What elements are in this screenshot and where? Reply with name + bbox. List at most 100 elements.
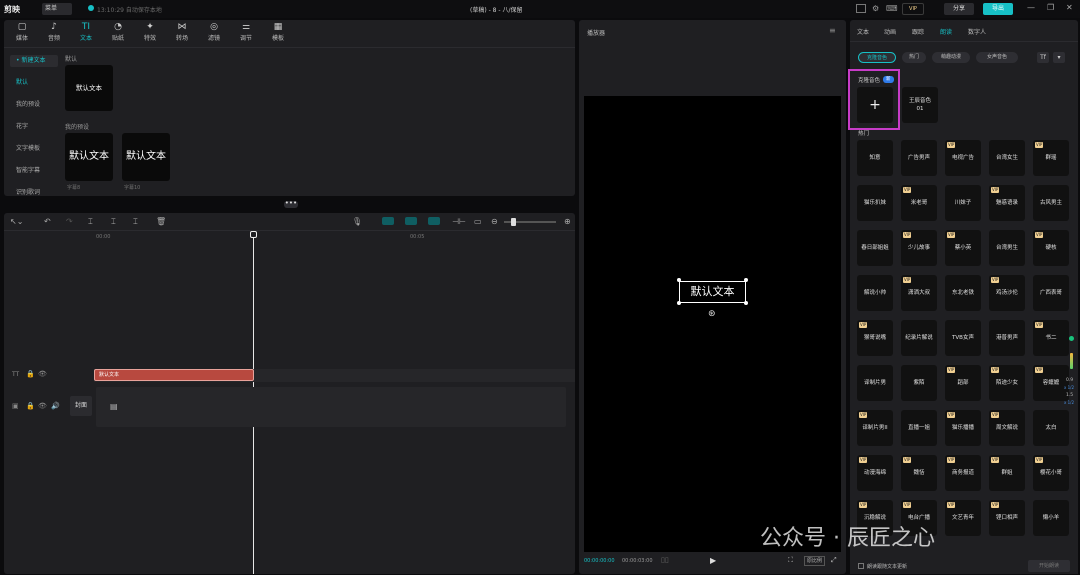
zoom-in-icon[interactable]: ⊕: [564, 217, 571, 226]
redo-icon[interactable]: ↷: [66, 217, 73, 226]
voice-tile[interactable]: TVB女声: [945, 320, 981, 356]
voice-tile[interactable]: 广西表哥: [1033, 275, 1069, 311]
speaker-icon[interactable]: 🔊: [51, 402, 60, 410]
tool-filter[interactable]: ◎ 滤镜: [200, 22, 228, 44]
tool-transition[interactable]: ⋈ 转场: [168, 22, 196, 44]
tool-effect[interactable]: ✦ 特效: [136, 22, 164, 44]
fullscreen-icon[interactable]: ⤢: [831, 556, 837, 565]
zoom-slider-thumb[interactable]: [511, 218, 516, 226]
sidebar-item-1[interactable]: 默认: [10, 77, 58, 89]
voice-tile[interactable]: 古风男主: [1033, 185, 1069, 221]
voice-tile[interactable]: 东北老铁: [945, 275, 981, 311]
split-icon[interactable]: ⌶: [88, 217, 93, 227]
tab-0[interactable]: 文本: [857, 27, 869, 36]
voice-tile[interactable]: 港普男声: [989, 320, 1025, 356]
maximize-icon[interactable]: ❐: [1047, 3, 1054, 12]
shortcut-icon[interactable]: ⌨: [886, 4, 898, 13]
split-left-icon[interactable]: ⌶: [111, 217, 116, 227]
voice-tile[interactable]: 川妹子: [945, 185, 981, 221]
chip-1[interactable]: 热门: [902, 52, 926, 63]
voice-tile[interactable]: VIP 樱花小哥: [1033, 455, 1069, 491]
voice-tile[interactable]: VIP 群姐: [989, 455, 1025, 491]
follow-checkbox[interactable]: [858, 563, 864, 569]
voice-tile[interactable]: VIP 米老哥: [901, 185, 937, 221]
tool-text[interactable]: TI 文本: [72, 22, 100, 44]
voice-tile[interactable]: VIP 蹈部: [945, 365, 981, 401]
eye-icon[interactable]: 👁: [38, 370, 47, 378]
voice-tile[interactable]: VIP 动漫海绵: [857, 455, 893, 491]
minimize-icon[interactable]: —: [1027, 3, 1035, 12]
play-icon[interactable]: ▶: [710, 556, 716, 565]
delete-icon[interactable]: 🗑: [156, 217, 166, 226]
preset-tile-1[interactable]: 默认文本: [65, 133, 113, 181]
sidebar-item-5[interactable]: 智能字幕: [10, 165, 58, 177]
tool-audio[interactable]: ♪ 音频: [40, 22, 68, 44]
rotate-icon[interactable]: ⊛: [708, 309, 716, 319]
preview-axis-icon[interactable]: ⊣⊢: [452, 217, 466, 226]
voice-tile[interactable]: 太白: [1033, 410, 1069, 446]
export-button[interactable]: 导出: [983, 3, 1013, 15]
vip-button[interactable]: VIP: [902, 3, 924, 15]
voice-tile[interactable]: VIP 文艺青年: [945, 500, 981, 536]
voice-tile[interactable]: 广告男声: [901, 140, 937, 176]
voice-tile[interactable]: 译制片男: [857, 365, 893, 401]
voice-tile[interactable]: VIP 群瑶: [1033, 140, 1069, 176]
voice-tile[interactable]: 春日部姐姐: [857, 230, 893, 266]
tool-template[interactable]: ▦ 模板: [264, 22, 292, 44]
voice-tile[interactable]: 台湾男生: [989, 230, 1025, 266]
tab-4[interactable]: 数字人: [968, 27, 986, 36]
resize-handle[interactable]: [744, 278, 748, 282]
filter-icon[interactable]: Tf: [1037, 52, 1049, 63]
chip-3[interactable]: 女声音色: [976, 52, 1018, 63]
voice-tile[interactable]: VIP 猫乐播播: [945, 410, 981, 446]
text-clip[interactable]: 默认文本: [94, 369, 254, 381]
start-reading-button[interactable]: 开始朗读: [1028, 560, 1070, 572]
sidebar-item-3[interactable]: 花字: [10, 121, 58, 133]
tool-sticker[interactable]: ◔ 贴纸: [104, 22, 132, 44]
tool-adjust[interactable]: ⚌ 调节: [232, 22, 260, 44]
share-button[interactable]: 分享: [944, 3, 974, 15]
time-ruler[interactable]: 00:00 00:05: [94, 231, 574, 241]
caption-box[interactable]: 默认文本: [679, 281, 746, 303]
voice-tile[interactable]: VIP 商务报道: [945, 455, 981, 491]
voice-tile[interactable]: VIP 鸡汤沙伦: [989, 275, 1025, 311]
voice-tile[interactable]: VIP 陌迹少女: [989, 365, 1025, 401]
menu-button[interactable]: 菜单: [42, 3, 72, 15]
voice-tile[interactable]: VIP 潇洒大叔: [901, 275, 937, 311]
close-icon[interactable]: ✕: [1066, 3, 1073, 12]
sidebar-item-0[interactable]: • 新建文本: [10, 55, 58, 67]
main-track[interactable]: [96, 387, 566, 427]
voice-tile[interactable]: VIP 铿口相声: [989, 500, 1025, 536]
sidebar-item-6[interactable]: 识别歌词: [10, 187, 58, 199]
mic-icon[interactable]: 🎙: [352, 217, 362, 226]
tab-2[interactable]: 跟踪: [912, 27, 924, 36]
voice-tile[interactable]: VIP 少儿故事: [901, 230, 937, 266]
voice-tile[interactable]: 解说小帅: [857, 275, 893, 311]
chip-0[interactable]: 克隆音色: [858, 52, 896, 63]
linkage-icon[interactable]: [428, 217, 440, 225]
voice-tile[interactable]: 猫乐扒妹: [857, 185, 893, 221]
lock-icon[interactable]: 🔒: [26, 402, 35, 410]
voice-tile[interactable]: VIP 猴哥说嘴: [857, 320, 893, 356]
voice-tile[interactable]: 紫陌: [901, 365, 937, 401]
tool-media[interactable]: ▢ 媒体: [8, 22, 36, 44]
preset-tile-2[interactable]: 默认文本: [122, 133, 170, 181]
voice-tile[interactable]: VIP 电视广告: [945, 140, 981, 176]
sidebar-item-4[interactable]: 文字模板: [10, 143, 58, 155]
voice-tile[interactable]: 纪录片解说: [901, 320, 937, 356]
voice-tile[interactable]: 直播一姐: [901, 410, 937, 446]
chip-2[interactable]: 萌趣动漫: [932, 52, 970, 63]
chevron-down-icon[interactable]: ▾: [1053, 52, 1065, 63]
lock-icon[interactable]: 🔒: [26, 370, 35, 378]
split-right-icon[interactable]: ⌶: [133, 217, 138, 227]
resize-handle[interactable]: [677, 301, 681, 305]
voice-tile[interactable]: 台湾女生: [989, 140, 1025, 176]
my-clone-voice[interactable]: 王辰音色01: [902, 87, 938, 123]
main-track-magnet-icon[interactable]: [382, 217, 394, 225]
video-canvas[interactable]: [584, 96, 841, 552]
menu-icon[interactable]: ≡: [829, 26, 836, 35]
voice-tile[interactable]: 懒小羊: [1033, 500, 1069, 536]
voice-tile[interactable]: VIP 书二: [1033, 320, 1069, 356]
voice-tile[interactable]: VIP 译制片男II: [857, 410, 893, 446]
undo-icon[interactable]: ↶: [44, 217, 51, 226]
